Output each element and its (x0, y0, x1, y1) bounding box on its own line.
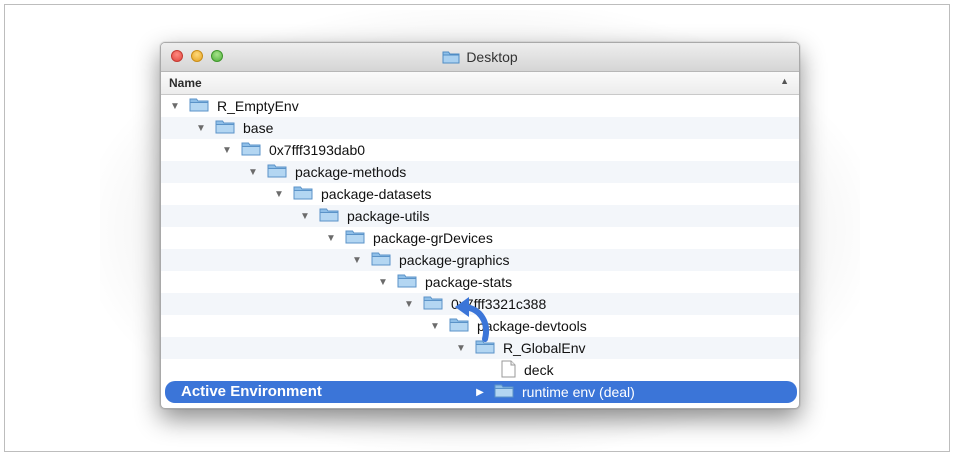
disclosure-expanded-icon[interactable]: ▼ (299, 211, 311, 222)
folder-icon (442, 50, 460, 67)
folder-icon (494, 383, 514, 401)
file-icon (501, 360, 516, 381)
list-item-label: package-datasets (321, 186, 432, 202)
list-item[interactable]: ▼ 0x7fff3193dab0 (161, 139, 799, 161)
sort-ascending-icon[interactable]: ▲ (780, 76, 789, 86)
folder-icon (189, 97, 209, 115)
list-item-label: package-stats (425, 274, 513, 290)
window-title: Desktop (161, 49, 799, 67)
list-item[interactable]: ▼ base (161, 117, 799, 139)
list-item-label: package-methods (295, 164, 407, 180)
column-header-name[interactable]: Name (169, 76, 202, 90)
list-item-label: runtime env (deal) (522, 384, 635, 400)
list-item[interactable]: ▼ package-utils (161, 205, 799, 227)
list-item-label: R_EmptyEnv (217, 98, 299, 114)
list-item[interactable]: ▼ package-methods (161, 161, 799, 183)
disclosure-expanded-icon[interactable]: ▼ (247, 167, 259, 178)
disclosure-expanded-icon[interactable]: ▼ (351, 255, 363, 266)
folder-icon (267, 163, 287, 181)
disclosure-expanded-icon[interactable]: ▼ (403, 299, 415, 310)
finder-window: Desktop Name ▲ ▼ R_EmptyEnv ▼ base ▼ 0x7fff31… (160, 42, 800, 409)
disclosure-expanded-icon[interactable]: ▼ (325, 233, 337, 244)
folder-icon (215, 119, 235, 137)
active-environment-label: Active Environment (181, 383, 322, 400)
disclosure-expanded-icon[interactable]: ▼ (429, 321, 441, 332)
list-item-label: base (243, 120, 274, 136)
list-item-label: deck (524, 362, 554, 378)
disclosure-expanded-icon[interactable]: ▼ (377, 277, 389, 288)
disclosure-expanded-icon[interactable]: ▼ (221, 145, 233, 156)
column-header[interactable]: Name ▲ (161, 72, 799, 95)
list-item-label: package-utils (347, 208, 430, 224)
list-item[interactable]: ▼ package-stats (161, 271, 799, 293)
folder-icon (371, 251, 391, 269)
list-item-label: package-grDevices (373, 230, 493, 246)
list-item[interactable]: deck (161, 359, 799, 381)
list-item[interactable]: ▼ package-graphics (161, 249, 799, 271)
disclosure-expanded-icon[interactable]: ▼ (273, 189, 285, 200)
list-item[interactable]: ▼ package-grDevices (161, 227, 799, 249)
curved-arrow-icon (455, 297, 489, 342)
disclosure-collapsed-icon[interactable]: ▶ (474, 387, 486, 398)
folder-icon (423, 295, 443, 313)
folder-icon (397, 273, 417, 291)
list-item[interactable]: ▼ R_EmptyEnv (161, 95, 799, 117)
disclosure-expanded-icon[interactable]: ▼ (169, 101, 181, 112)
file-list: ▼ R_EmptyEnv ▼ base ▼ 0x7fff3193dab0 ▼ package-… (161, 95, 799, 403)
folder-icon (241, 141, 261, 159)
list-item[interactable]: ▼ package-datasets (161, 183, 799, 205)
list-item-label: package-graphics (399, 252, 510, 268)
list-item-selected[interactable]: Active Environment ▶ runtime env (deal) (165, 381, 797, 403)
folder-icon (319, 207, 339, 225)
disclosure-expanded-icon[interactable]: ▼ (195, 123, 207, 134)
window-title-text: Desktop (466, 49, 518, 65)
list-item-label: 0x7fff3193dab0 (269, 142, 366, 158)
title-bar[interactable]: Desktop (161, 43, 799, 72)
folder-icon (345, 229, 365, 247)
folder-icon (293, 185, 313, 203)
list-item-label: R_GlobalEnv (503, 340, 586, 356)
